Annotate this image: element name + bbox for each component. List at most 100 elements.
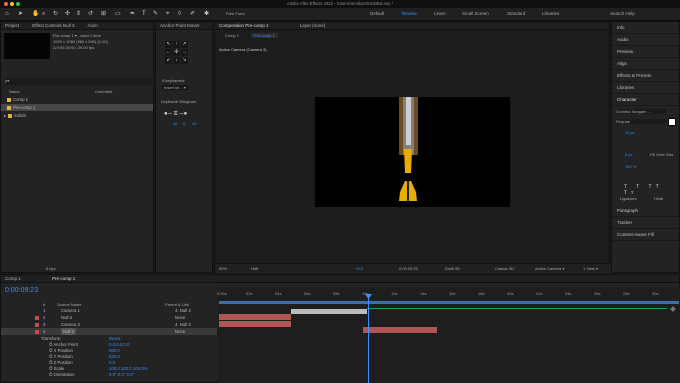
comp-breadcrumb-precomp[interactable]: Pre-comp 1 [251,33,278,38]
workspace-standard[interactable]: Standard [507,11,525,16]
anchor-right-button[interactable]: → [181,49,188,56]
anchor-top-right-button[interactable]: ↗ [181,41,188,48]
property-row[interactable]: ⏱ Orientation 0.0°,0.0°,0.0° [1,371,217,378]
project-item[interactable]: ▸ Solids [1,112,153,119]
font-size-value[interactable]: 11 px [625,130,635,135]
workspace-learn[interactable]: Learn [434,11,446,16]
panel-paragraph[interactable]: Paragraph [612,205,679,217]
brush-tool-icon[interactable]: ✎ [153,11,158,18]
playhead[interactable] [368,295,369,383]
wingman-value-mid[interactable]: 0 [183,121,185,126]
wingman-value-in[interactable]: 40 [173,121,177,126]
renderer-select[interactable]: Classic 3D [495,266,514,271]
layer-row[interactable]: 4 Null 3 None [1,328,217,335]
tab-anim[interactable]: Anim [87,23,97,28]
rotate-tool-icon[interactable]: ↺ [88,11,93,18]
magnification-select[interactable]: 50% [219,266,227,271]
home-icon[interactable]: ⌂ [5,11,9,18]
panel-align[interactable]: Align [612,58,679,70]
orbit-tool-icon[interactable]: ↻ [53,11,58,18]
workspace-libraries[interactable]: Libraries [542,11,559,16]
pan-behind-tool-icon[interactable]: ⊞ [101,11,106,18]
project-item[interactable]: Pre-comp 1 [1,104,153,111]
hindi-digits-checkbox[interactable]: Hindi [654,196,663,201]
anchor-top-button[interactable]: ↑ [173,41,180,48]
paint-mode-label[interactable]: Free Form [226,11,245,16]
bit-depth-label[interactable]: 8 bpc [46,266,56,271]
wingman-ease-icon[interactable]: ●─ ⧖ ─● [164,111,187,118]
puppet-tool-icon[interactable]: ✱ [204,11,209,18]
panel-info[interactable]: Info [612,22,679,34]
dolly-tool-icon[interactable]: ⇕ [76,11,81,18]
tab-composition-pre-comp[interactable]: Composition Pre-comp 1 [219,23,269,28]
font-family-select[interactable]: Grantha Sangam ... [616,109,666,114]
eraser-tool-icon[interactable]: ◊ [178,11,181,18]
keyframe-marker[interactable] [670,306,676,312]
selection-tool-icon[interactable]: ➤ [18,11,23,18]
anchor-left-button[interactable]: ← [165,49,172,56]
minimize-window-button[interactable] [10,2,14,6]
layer-bar[interactable] [219,321,291,327]
search-help-input[interactable]: Search Help [610,11,635,16]
font-style-select[interactable]: Regular [616,119,666,124]
work-area-bar[interactable] [219,301,679,304]
hand-tool-icon[interactable]: ✋ [32,11,39,18]
project-column-name[interactable]: Name [9,89,20,94]
layer-bar[interactable] [363,327,437,333]
ligatures-checkbox[interactable]: Ligatures [620,196,636,201]
panel-effects-presets[interactable]: Effects & Presets [612,70,679,82]
tab-layer-none[interactable]: Layer (none) [300,23,326,28]
exposure-value[interactable]: +0.0 [355,266,363,271]
rectangle-tool-icon[interactable]: ▭ [115,11,121,18]
workspace-default[interactable]: Default [370,11,384,16]
panel-libraries[interactable]: Libraries [612,82,679,94]
panel-audio[interactable]: Audio [612,34,679,46]
close-window-button[interactable] [4,2,8,6]
time-ruler[interactable]: 0:00s 02s 04s 06s 08s 10s 12s 14s 16s 18s 20s 22s 24… [217,291,680,301]
tab-effect-controls[interactable]: Effect Controls Null 3 [32,23,74,28]
wingman-value-out[interactable]: 40 [192,121,196,126]
timeline-track-area[interactable]: 0:00s 02s 04s 06s 08s 10s 12s 14s 16s 18s 20s 22s 24… [217,287,680,383]
anchor-center-button[interactable]: ✣ [173,49,180,56]
layer-bar[interactable] [219,314,291,320]
layer-row[interactable]: 2 Null 3 None [1,314,217,321]
layer-row[interactable]: 3 Camera 3 4. Null 3 [1,321,217,328]
pen-tool-icon[interactable]: ✒ [130,11,135,18]
keyframe-mode-select[interactable]: Insert ke... ▾ [162,85,188,90]
fill-over-stroke-select[interactable]: Fill Over Stro [650,152,673,157]
camera-view-select[interactable]: Active Camera ▾ [535,266,564,271]
timeline-current-time[interactable]: 0:00:09:23 [5,287,38,294]
roto-brush-tool-icon[interactable]: ✐ [190,11,195,18]
panel-character[interactable]: Character [612,94,679,106]
resolution-select[interactable]: Half [251,266,258,271]
comp-breadcrumb-comp1[interactable]: Comp 1 [225,33,239,38]
vertical-scale-value[interactable]: 100 % [625,164,636,169]
panel-preview[interactable]: Preview [612,46,679,58]
workspace-small-screen[interactable]: Small Screen [462,11,489,16]
view-layout-select[interactable]: 1 View ▾ [583,266,598,271]
type-tool-icon[interactable]: T [142,11,146,18]
panel-content-aware-fill[interactable]: Content-Aware Fill [612,229,679,241]
tab-precomp1[interactable]: Pre-comp 1 [52,276,75,281]
clone-stamp-tool-icon[interactable]: ⌖ [166,11,169,18]
tracking-value[interactable]: 0 px [625,152,633,157]
fill-color-swatch[interactable] [668,118,676,126]
panel-tracker[interactable]: Tracker [612,217,679,229]
anchor-bottom-right-button[interactable]: ↘ [181,57,188,64]
tab-project[interactable]: Project [5,23,19,28]
project-search-input[interactable]: ρ▾ [5,78,155,85]
workspace-review[interactable]: Review [402,11,417,16]
draft-3d-toggle[interactable]: Draft 3D [445,266,460,271]
maximize-window-button[interactable] [16,2,20,6]
pan-tool-icon[interactable]: ✣ [65,11,70,18]
layer-bar[interactable] [291,309,367,314]
anchor-bottom-left-button[interactable]: ↙ [165,57,172,64]
comp-current-time[interactable]: 0:00:09:23 [399,266,418,271]
anchor-top-left-button[interactable]: ↖ [165,41,172,48]
anchor-bottom-button[interactable]: ↓ [173,57,180,64]
layer-row[interactable]: 1 Camera 1 4. Null 4 [1,307,217,314]
layer-bar-green[interactable] [367,308,667,309]
zoom-tool-icon[interactable]: ⌕ [42,11,45,18]
project-item[interactable]: Comp 1 [1,96,153,103]
project-column-comment[interactable]: Comment [95,89,112,94]
